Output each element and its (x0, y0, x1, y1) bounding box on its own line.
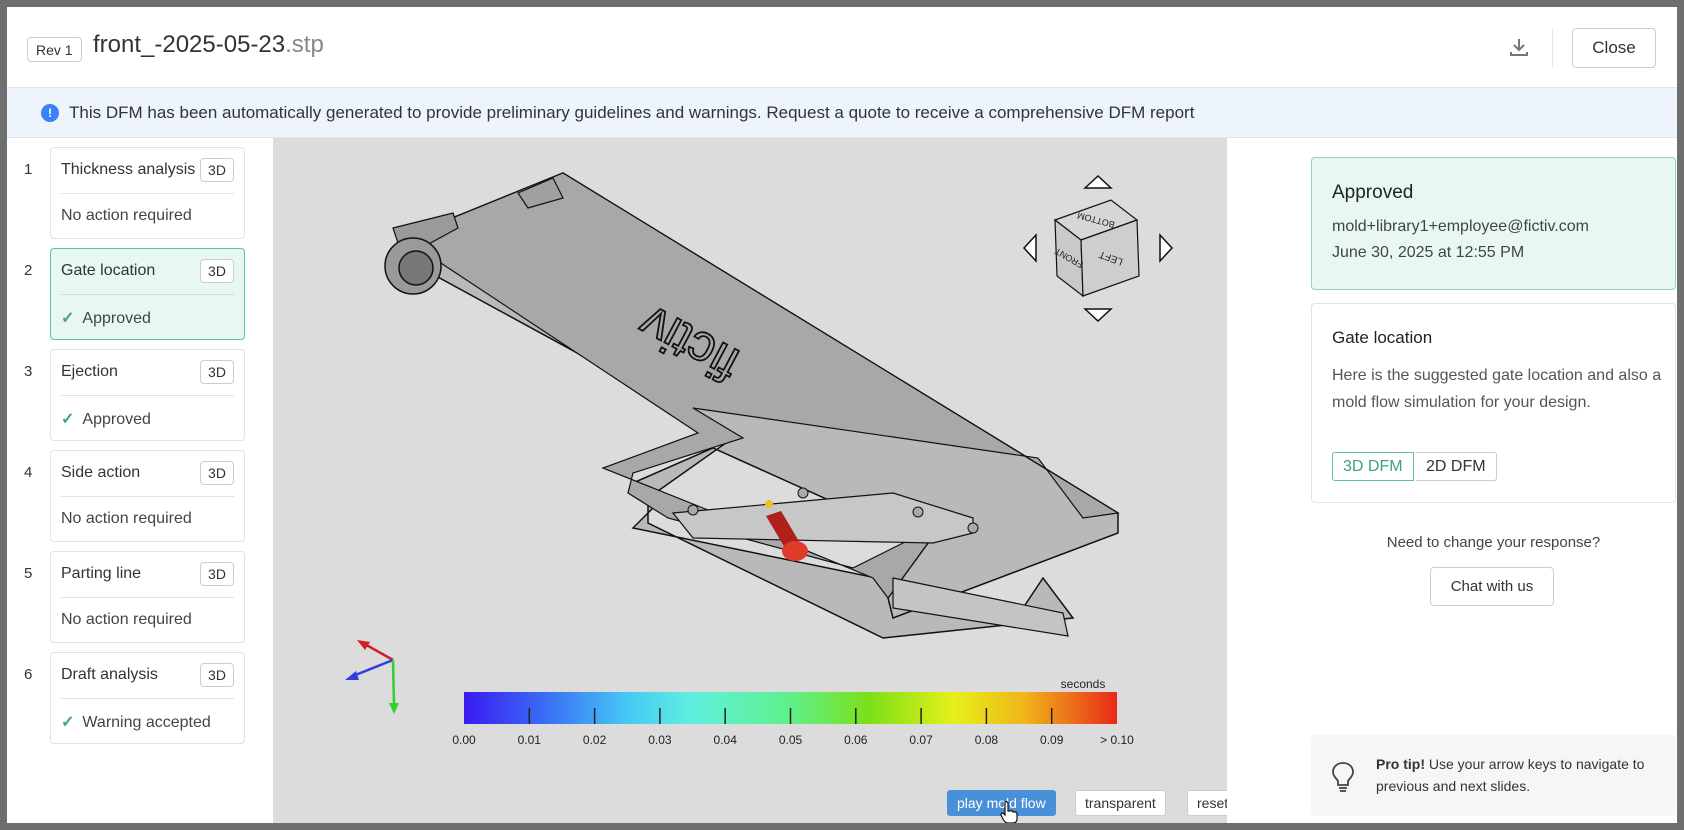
change-response-prompt: Need to change your response? (1386, 534, 1601, 551)
file-title: front_-2025-05-23.stp (93, 31, 324, 59)
viewer-canvas[interactable]: fictiv BOTTOM FRONT LEFT seconds 0.00 0.… (273, 138, 1227, 823)
step-number: 3 (24, 363, 33, 380)
step-card-thickness-analysis[interactable]: Thickness analysis 3D No action required (50, 147, 245, 239)
step-title: Gate location (61, 262, 156, 279)
step-title: Parting line (61, 565, 142, 582)
step-title: Thickness analysis (61, 161, 196, 178)
scale-tick-label: 0.06 (844, 733, 868, 747)
step-status-text: Warning accepted (82, 714, 211, 731)
pro-tip-bold: Pro tip! (1376, 756, 1425, 772)
scale-tick-label: > 0.10 (1100, 733, 1134, 747)
card-divider (61, 496, 234, 497)
banner-text: This DFM has been automatically generate… (69, 103, 1195, 122)
card-divider (61, 597, 234, 598)
transparent-button[interactable]: transparent (1075, 790, 1166, 816)
view-cube[interactable]: BOTTOM FRONT LEFT (1022, 174, 1174, 323)
close-button[interactable]: Close (1572, 28, 1656, 68)
modal-header: Rev 1 front_-2025-05-23.stp Close (7, 7, 1677, 88)
rotate-right-icon[interactable] (1159, 233, 1174, 263)
download-icon[interactable] (1507, 35, 1531, 59)
rotate-left-icon[interactable] (1022, 233, 1037, 263)
step-title: Ejection (61, 363, 118, 380)
approval-date: June 30, 2025 at 12:55 PM (1332, 244, 1525, 261)
tab-2d-dfm[interactable]: 2D DFM (1416, 452, 1497, 481)
scale-unit: seconds (1061, 677, 1106, 691)
step-status-text: Approved (82, 411, 151, 428)
step-number: 1 (24, 161, 33, 178)
card-divider (61, 698, 234, 699)
info-icon: ! (41, 104, 59, 122)
step-card-gate-location[interactable]: Gate location 3D ✓ Approved (50, 248, 245, 340)
view-3d-button[interactable]: 3D (200, 461, 234, 485)
checkmark-icon: ✓ (61, 310, 75, 327)
step-status: ✓ Approved (61, 308, 151, 328)
rotate-up-icon[interactable] (1083, 174, 1113, 189)
card-divider (61, 395, 234, 396)
approval-card: Approved mold+library1+employee@fictiv.c… (1311, 157, 1676, 290)
pro-tip-text: Pro tip! Use your arrow keys to navigate… (1376, 753, 1666, 797)
scale-tick-label: 0.01 (518, 733, 542, 747)
scale-tick-label: 0.09 (1040, 733, 1064, 747)
step-number: 5 (24, 565, 33, 582)
mold-flow-scale: seconds 0.00 0.01 0.02 0.03 0.04 0.05 0.06 0.07… (452, 677, 1134, 747)
step-status: No action required (61, 510, 192, 527)
hand-cursor-icon (1000, 801, 1018, 823)
step-number: 6 (24, 666, 33, 683)
tab-3d-dfm[interactable]: 3D DFM (1332, 452, 1414, 481)
step-status: No action required (61, 207, 192, 224)
rotate-down-icon[interactable] (1083, 308, 1113, 323)
gate-title: Gate location (1332, 328, 1433, 347)
approver-email: mold+library1+employee@fictiv.com (1332, 218, 1589, 235)
approval-title: Approved (1332, 182, 1414, 203)
step-title: Draft analysis (61, 666, 158, 683)
step-card-ejection[interactable]: Ejection 3D ✓ Approved (50, 349, 245, 441)
step-status: ✓ Warning accepted (61, 712, 211, 732)
step-status: No action required (61, 611, 192, 628)
step-status: ✓ Approved (61, 409, 151, 429)
step-title: Side action (61, 464, 141, 481)
view-3d-button[interactable]: 3D (200, 562, 234, 586)
step-number: 4 (24, 464, 33, 481)
checkmark-icon: ✓ (61, 714, 75, 731)
axis-gizmo (345, 640, 399, 714)
part-model[interactable]: fictiv (384, 172, 1120, 639)
scale-tick-label: 0.07 (909, 733, 933, 747)
file-name: front_-2025-05-23 (93, 31, 286, 58)
step-card-parting-line[interactable]: Parting line 3D No action required (50, 551, 245, 643)
card-divider (61, 294, 234, 295)
dfm-modal: Rev 1 front_-2025-05-23.stp Close ! This… (7, 7, 1677, 823)
file-extension: .stp (285, 31, 324, 58)
scale-tick-label: 0.00 (452, 733, 476, 747)
revision-badge: Rev 1 (27, 37, 82, 62)
gate-description: Here is the suggested gate location and … (1332, 367, 1662, 411)
checkmark-icon: ✓ (61, 411, 75, 428)
scale-tick-label: 0.08 (975, 733, 999, 747)
scale-tick-label: 0.04 (714, 733, 738, 747)
view-3d-button[interactable]: 3D (200, 360, 234, 384)
view-3d-button[interactable]: 3D (200, 259, 234, 283)
step-card-draft-analysis[interactable]: Draft analysis 3D ✓ Warning accepted (50, 652, 245, 744)
chat-with-us-button[interactable]: Chat with us (1430, 567, 1554, 606)
scale-tick-label: 0.03 (648, 733, 672, 747)
scale-tick-label: 0.02 (583, 733, 607, 747)
pro-tip: Pro tip! Use your arrow keys to navigate… (1311, 735, 1676, 816)
view-3d-button[interactable]: 3D (200, 158, 234, 182)
scale-tick-label: 0.05 (779, 733, 803, 747)
header-divider (1552, 29, 1553, 67)
steps-sidebar: 1 Thickness analysis 3D No action requir… (7, 138, 273, 823)
step-card-side-action[interactable]: Side action 3D No action required (50, 450, 245, 542)
view-3d-button[interactable]: 3D (200, 663, 234, 687)
step-status-text: Approved (82, 310, 151, 327)
card-divider (61, 193, 234, 194)
gate-location-card: Gate location Here is the suggested gate… (1311, 303, 1676, 503)
3d-viewer[interactable]: fictiv BOTTOM FRONT LEFT seconds 0.00 0.… (273, 138, 1227, 823)
step-number: 2 (24, 262, 33, 279)
lightbulb-icon (1332, 762, 1354, 792)
